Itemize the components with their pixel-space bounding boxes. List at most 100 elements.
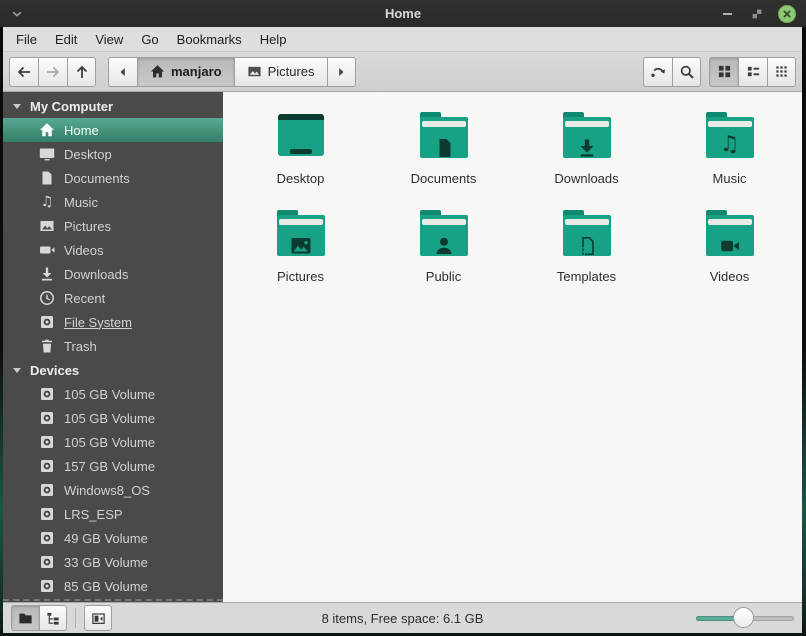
downloads-folder-icon <box>563 112 611 158</box>
toolbar: manjaro Pictures <box>3 52 802 92</box>
sidebar-item-videos[interactable]: Videos <box>3 238 223 262</box>
titlebar: Home <box>0 0 806 27</box>
sidebar-item-label: Home <box>64 123 99 138</box>
sidebar-item-label: LRS_ESP <box>64 507 123 522</box>
file-label: Pictures <box>277 269 324 284</box>
sidebar-item-desktop[interactable]: Desktop <box>3 142 223 166</box>
file-item-templates[interactable]: Templates <box>515 206 658 304</box>
drive-icon <box>39 434 55 450</box>
icons-view-button[interactable] <box>709 57 738 87</box>
drive-icon <box>39 530 55 546</box>
sidebar-item-label: Downloads <box>64 267 128 282</box>
music-note-icon: ♫ <box>720 133 740 157</box>
restore-button[interactable] <box>748 5 766 23</box>
sidebar-item-volume-157[interactable]: 157 GB Volume <box>3 454 223 478</box>
drive-icon <box>39 314 55 330</box>
minimize-button[interactable] <box>718 5 736 23</box>
window-title: Home <box>0 6 806 21</box>
menu-edit[interactable]: Edit <box>46 29 86 50</box>
sidebar-item-volume-105-3[interactable]: 105 GB Volume <box>3 430 223 454</box>
sidebar-item-volume-33[interactable]: 33 GB Volume <box>3 550 223 574</box>
tree-pane-button[interactable] <box>39 605 67 631</box>
sidebar-item-volume-85[interactable]: 85 GB Volume <box>3 574 223 598</box>
forward-button[interactable] <box>38 57 67 87</box>
hide-panel-button[interactable] <box>84 605 112 631</box>
sidebar: My Computer Home Desktop Documents ♫ Mus… <box>3 92 223 602</box>
file-item-music[interactable]: ♫ Music <box>658 108 801 206</box>
menu-bookmarks[interactable]: Bookmarks <box>168 29 251 50</box>
drive-icon <box>39 386 55 402</box>
file-label: Templates <box>557 269 616 284</box>
window-menu-icon[interactable] <box>0 0 34 27</box>
sidebar-item-label: 105 GB Volume <box>64 411 155 426</box>
up-button[interactable] <box>67 57 96 87</box>
sidebar-item-volume-49[interactable]: 49 GB Volume <box>3 526 223 550</box>
drive-icon <box>39 578 55 594</box>
drive-icon <box>39 506 55 522</box>
sidebar-item-file-system[interactable]: File System <box>3 310 223 334</box>
sidebar-item-label: 33 GB Volume <box>64 555 148 570</box>
sidebar-item-home[interactable]: Home <box>3 118 223 142</box>
sidebar-item-recent[interactable]: Recent <box>3 286 223 310</box>
zoom-slider[interactable] <box>696 607 794 629</box>
image-icon <box>247 64 262 79</box>
file-view: Desktop Documents Downloads ♫ Music Pict… <box>223 92 802 602</box>
menu-file[interactable]: File <box>7 29 46 50</box>
pane-toggle-group <box>11 605 67 631</box>
image-icon <box>39 218 55 234</box>
file-label: Videos <box>710 269 750 284</box>
sidebar-item-downloads[interactable]: Downloads <box>3 262 223 286</box>
menu-view[interactable]: View <box>86 29 132 50</box>
sidebar-item-volume-105-2[interactable]: 105 GB Volume <box>3 406 223 430</box>
sidebar-item-label: Desktop <box>64 147 112 162</box>
file-label: Desktop <box>277 171 325 186</box>
sidebar-item-windows8-os[interactable]: Windows8_OS <box>3 478 223 502</box>
separator <box>75 608 76 628</box>
sidebar-section-my-computer[interactable]: My Computer <box>3 94 223 118</box>
close-button[interactable] <box>778 5 796 23</box>
menu-help[interactable]: Help <box>251 29 296 50</box>
sidebar-item-trash[interactable]: Trash <box>3 334 223 358</box>
breadcrumb-item-manjaro[interactable]: manjaro <box>137 57 234 87</box>
trash-icon <box>39 338 55 354</box>
menu-go[interactable]: Go <box>132 29 167 50</box>
sidebar-section-devices[interactable]: Devices <box>3 358 223 382</box>
sidebar-item-label: 85 GB Volume <box>64 579 148 594</box>
file-item-videos[interactable]: Videos <box>658 206 801 304</box>
action-button-group <box>643 57 701 87</box>
sidebar-item-lrs-esp[interactable]: LRS_ESP <box>3 502 223 526</box>
compact-view-button[interactable] <box>767 57 796 87</box>
panel-toggle-group <box>84 605 112 631</box>
home-icon <box>150 64 165 79</box>
videos-folder-icon <box>706 210 754 256</box>
document-icon <box>39 170 55 186</box>
reload-button[interactable] <box>643 57 672 87</box>
back-icon <box>16 64 32 80</box>
music-folder-icon: ♫ <box>706 112 754 158</box>
sidebar-item-volume-105-1[interactable]: 105 GB Volume <box>3 382 223 406</box>
home-icon <box>39 122 55 138</box>
view-button-group <box>709 57 796 87</box>
sidebar-item-music[interactable]: ♫ Music <box>3 190 223 214</box>
shortcuts-pane-button[interactable] <box>11 605 39 631</box>
file-item-documents[interactable]: Documents <box>372 108 515 206</box>
desktop-folder-icon <box>278 114 324 156</box>
templates-folder-icon <box>563 210 611 256</box>
back-button[interactable] <box>9 57 38 87</box>
zoom-slider-thumb[interactable] <box>733 607 754 628</box>
list-view-button[interactable] <box>738 57 767 87</box>
file-item-public[interactable]: Public <box>372 206 515 304</box>
breadcrumb-scroll-left-button[interactable] <box>108 57 137 87</box>
file-label: Public <box>426 269 461 284</box>
sidebar-item-pictures[interactable]: Pictures <box>3 214 223 238</box>
breadcrumb-label: manjaro <box>171 64 222 79</box>
file-item-desktop[interactable]: Desktop <box>229 108 372 206</box>
reload-icon <box>650 64 666 80</box>
file-item-downloads[interactable]: Downloads <box>515 108 658 206</box>
sidebar-item-documents[interactable]: Documents <box>3 166 223 190</box>
breadcrumb-scroll-right-button[interactable] <box>327 57 356 87</box>
breadcrumb-item-pictures[interactable]: Pictures <box>234 57 327 87</box>
up-icon <box>74 64 90 80</box>
file-item-pictures[interactable]: Pictures <box>229 206 372 304</box>
search-button[interactable] <box>672 57 701 87</box>
